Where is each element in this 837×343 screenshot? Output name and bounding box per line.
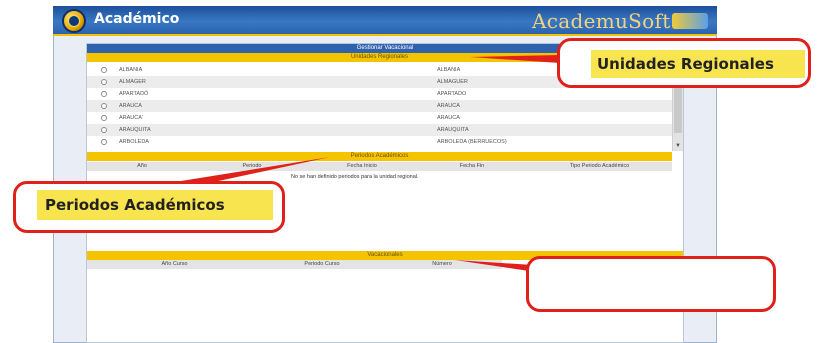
callout-periodos-label: Periodos Académicos — [37, 190, 273, 220]
pointer-unidades — [470, 55, 560, 63]
callout-unidades-label: Unidades Regionales — [591, 50, 805, 78]
callout-vacacionales — [526, 256, 776, 312]
